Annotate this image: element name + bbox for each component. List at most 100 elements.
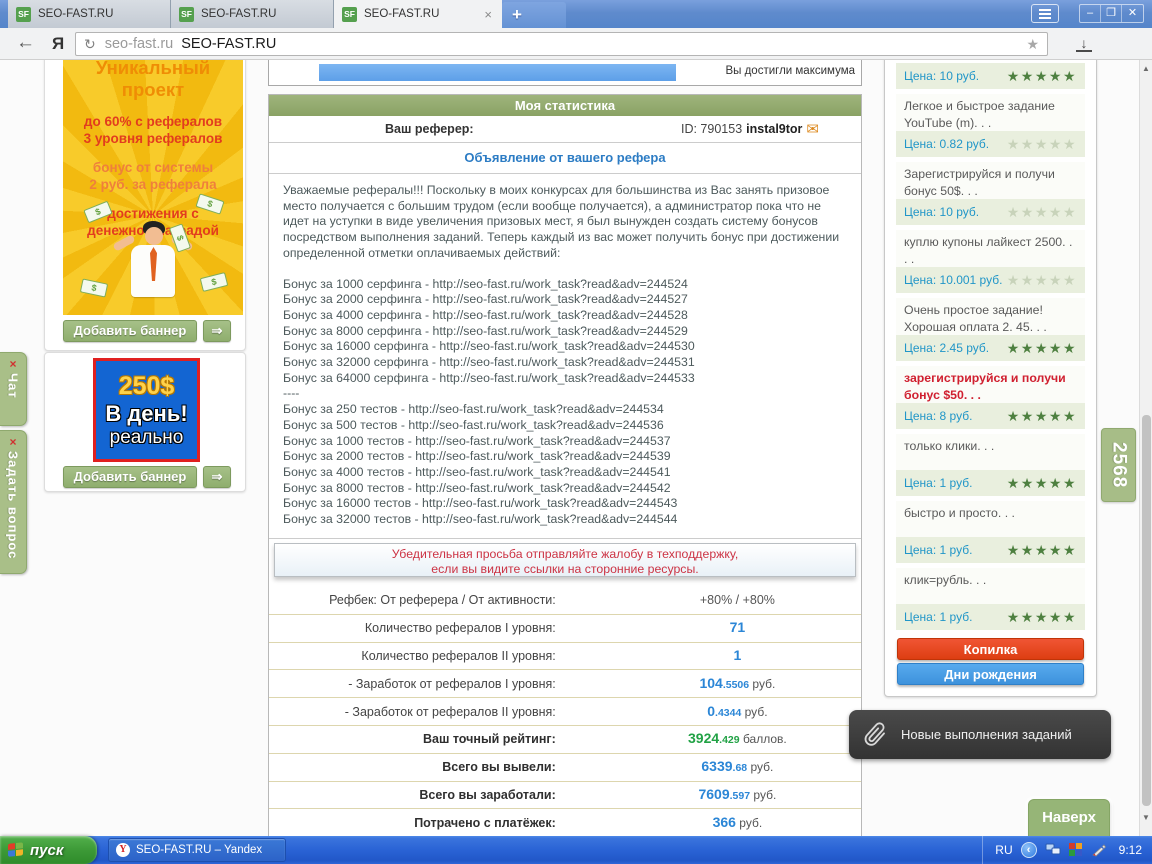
hide-icons-chevron-icon[interactable]: ‹ <box>1020 842 1037 858</box>
start-button[interactable]: пуск <box>0 836 97 864</box>
system-tray: RU ‹ 9:12 <box>982 836 1152 864</box>
browser-menu-icon[interactable] <box>1031 4 1059 23</box>
left-banner-card-1: Уникальный проект до 60% с рефералов 3 у… <box>44 60 246 351</box>
birthdays-button[interactable]: Дни рождения <box>897 663 1084 685</box>
task-item[interactable]: Очень простое задание! Хорошая оплата 2.… <box>896 298 1085 361</box>
downloads-icon[interactable]: ↓ <box>1076 36 1092 52</box>
stat-value: 6339 <box>701 758 733 775</box>
stat-row: Количество рефералов II уровня: 1 <box>269 643 861 671</box>
close-icon[interactable]: × <box>9 436 16 448</box>
clock: 9:12 <box>1118 843 1142 857</box>
ask-question-tab-label: Задать вопрос <box>5 451 21 560</box>
referrer-label: Ваш реферер: <box>385 122 474 136</box>
close-button[interactable]: ✕ <box>1122 5 1143 22</box>
task-title: зарегистрируйся и получи бонус $50. . . <box>904 371 1066 402</box>
add-banner-button[interactable]: Добавить баннер <box>63 466 197 488</box>
task-item[interactable]: клик=рубль. . . Цена: 1 руб. ★★★★★ <box>896 568 1085 630</box>
page-scrollbar[interactable]: ▲ ▼ <box>1139 60 1152 836</box>
task-item[interactable]: только клики. . . Цена: 1 руб. ★★★★★ <box>896 434 1085 496</box>
referrer-name-link[interactable]: instal9tor <box>746 122 802 136</box>
task-item[interactable]: Легкое и быстрое задание YouTube (m). . … <box>896 94 1085 157</box>
announcement-box: Уважаемые рефералы!!! Поскольку в моих к… <box>269 173 861 539</box>
banner-line: реально <box>109 426 184 448</box>
task-item[interactable]: быстро и просто. . . Цена: 1 руб. ★★★★★ <box>896 501 1085 563</box>
stat-value: 1 <box>733 646 742 663</box>
tab-close-icon[interactable]: × <box>482 7 494 22</box>
online-counter-badge[interactable]: 2568 <box>1101 428 1136 502</box>
minimize-button[interactable]: – <box>1080 5 1101 22</box>
taskbar-window-button[interactable]: Y SEO-FAST.RU – Yandex <box>108 838 286 862</box>
cube-icon[interactable] <box>1068 843 1083 857</box>
stat-row: Ваш точный рейтинг: 3924.429 баллов. <box>269 726 861 754</box>
my-statistics-card: Моя статистика Ваш реферер: ID: 790153 i… <box>268 94 862 836</box>
task-title: Очень простое задание! Хорошая оплата 2.… <box>904 303 1047 334</box>
yandex-logo[interactable]: Я <box>52 34 64 54</box>
kopilka-button[interactable]: Копилка <box>897 638 1084 660</box>
back-icon[interactable]: ← <box>16 32 35 54</box>
warning-box: Убедительная просьба отправляйте жалобу … <box>274 543 856 577</box>
scroll-up-icon[interactable]: ▲ <box>1142 64 1150 73</box>
banner-line: бонус от системы <box>92 160 214 175</box>
stat-value: 366 <box>712 813 736 830</box>
task-price: Цена: 8 руб. <box>904 409 973 423</box>
bonus-link: Бонус за 2000 тестов - http://seo-fast.r… <box>283 449 671 464</box>
tab-seo-fast-1[interactable]: SF SEO-FAST.RU <box>8 0 171 28</box>
announcement-title: Объявление от вашего рефера <box>464 150 666 165</box>
stat-value-unit: руб. <box>741 704 768 719</box>
stat-value-unit: руб. <box>749 676 776 691</box>
address-bar[interactable]: ↻ seo-fast.ru SEO-FAST.RU ★ <box>75 32 1048 56</box>
back-to-top-button[interactable]: Наверх <box>1028 799 1110 836</box>
progress-box: Вы достигли максимума <box>268 60 862 86</box>
banner-next-icon[interactable]: ⇒ <box>203 320 231 342</box>
tab-seo-fast-2[interactable]: SF SEO-FAST.RU <box>171 0 334 28</box>
chat-side-tab[interactable]: × Чат <box>0 352 27 426</box>
banner-unique-project[interactable]: Уникальный проект до 60% с рефералов 3 у… <box>63 60 243 315</box>
section-header: Моя статистика <box>269 95 861 116</box>
bookmark-star-icon[interactable]: ★ <box>1026 36 1039 53</box>
taskbar-window-label: SEO-FAST.RU – Yandex <box>136 844 263 856</box>
stat-value-unit: руб. <box>747 760 774 775</box>
screen: SF SEO-FAST.RU SF SEO-FAST.RU SF SEO-FAS… <box>0 0 1152 864</box>
stat-row: Потрачено с платёжек: 366 руб. <box>269 809 861 836</box>
browser-toolbar: ← Я ↻ seo-fast.ru SEO-FAST.RU ★ ↓ <box>0 28 1152 60</box>
banner-title: Уникальный проект <box>95 60 211 100</box>
banner-250-dollars[interactable]: 250$ В день! реально <box>93 358 200 462</box>
pen-icon[interactable] <box>1091 843 1107 857</box>
progress-bar <box>319 64 676 81</box>
stat-value: 7609 <box>698 785 730 802</box>
tab-strip: SF SEO-FAST.RU SF SEO-FAST.RU SF SEO-FAS… <box>8 0 566 28</box>
network-icon[interactable] <box>1045 843 1061 857</box>
stat-label: Потрачено с платёжек: <box>414 815 556 830</box>
task-item-highlighted[interactable]: зарегистрируйся и получи бонус $50. . . … <box>896 366 1085 429</box>
stat-label: Всего вы заработали: <box>419 787 556 802</box>
stat-label: Рефбек: От реферера / От активности: <box>329 593 556 608</box>
task-item[interactable]: Зарегистрируйся и получи бонус 50$. . . … <box>896 162 1085 225</box>
warning-line: если вы видите ссылки на сторонние ресур… <box>431 561 699 576</box>
notification-toast[interactable]: Новые выполнения заданий <box>849 710 1111 759</box>
stat-row: Всего вы заработали: 7609.597 руб. <box>269 782 861 810</box>
task-item[interactable]: Цена: 10 руб. ★★★★★ <box>896 63 1085 89</box>
close-icon[interactable]: × <box>9 358 16 370</box>
new-tab-button[interactable]: + <box>502 2 566 28</box>
paperclip-icon <box>864 721 885 746</box>
bonus-link: Бонус за 64000 серфинга - http://seo-fas… <box>283 370 695 385</box>
task-price: Цена: 10 руб. <box>904 69 980 83</box>
restore-button[interactable]: ❐ <box>1101 5 1122 22</box>
rating-stars-icon: ★★★★★ <box>1006 203 1077 220</box>
task-item[interactable]: куплю купоны лайкест 2500. . . . Цена: 1… <box>896 230 1085 293</box>
banner-next-icon[interactable]: ⇒ <box>203 466 231 488</box>
add-banner-button[interactable]: Добавить баннер <box>63 320 197 342</box>
bonus-link: Бонус за 500 тестов - http://seo-fast.ru… <box>283 417 664 432</box>
rating-stars-icon: ★★★★★ <box>1006 608 1077 625</box>
notification-text: Новые выполнения заданий <box>901 727 1072 742</box>
banner-line: до 60% с рефералов <box>83 114 223 129</box>
left-banner-card-2: 250$ В день! реально Добавить баннер ⇒ <box>44 352 246 492</box>
language-indicator[interactable]: RU <box>995 843 1012 857</box>
ask-question-side-tab[interactable]: × Задать вопрос <box>0 430 27 574</box>
scroll-down-icon[interactable]: ▼ <box>1142 813 1150 822</box>
refresh-icon[interactable]: ↻ <box>84 36 96 53</box>
scrollbar-thumb[interactable] <box>1142 415 1151 806</box>
tab-seo-fast-3-active[interactable]: SF SEO-FAST.RU × <box>334 0 502 28</box>
bonus-list-divider: ---- <box>283 386 300 401</box>
message-envelope-icon[interactable]: ✉ <box>806 120 819 138</box>
